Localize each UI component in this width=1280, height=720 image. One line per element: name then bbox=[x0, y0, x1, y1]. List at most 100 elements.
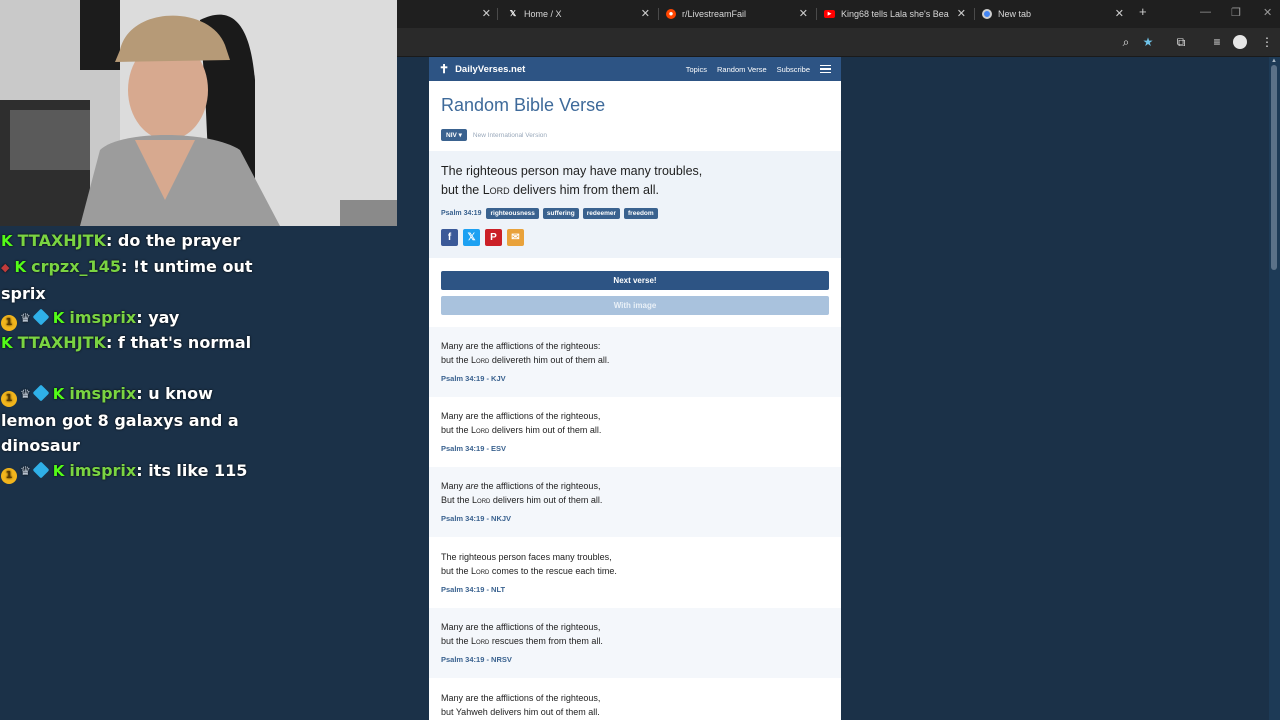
translation-reference-link[interactable]: Psalm 34:19 - ESV bbox=[441, 444, 506, 453]
chat-text: : f that's normal bbox=[105, 333, 252, 352]
main-verse-card: The righteous person may have many troub… bbox=[429, 151, 841, 258]
close-window-icon[interactable]: ✕ bbox=[1263, 6, 1272, 19]
maximize-icon[interactable]: ❐ bbox=[1231, 6, 1241, 19]
tab-close-icon[interactable]: ✕ bbox=[482, 8, 491, 20]
media-control-icon[interactable]: ≡ bbox=[1209, 34, 1225, 50]
x-share-icon[interactable]: 𝕏 bbox=[463, 229, 480, 246]
tab-close-icon[interactable]: ✕ bbox=[957, 8, 966, 20]
translation-item: The righteous person faces many troubles… bbox=[429, 538, 841, 608]
nav-subscribe[interactable]: Subscribe bbox=[777, 65, 810, 74]
tab-blank[interactable]: ✕ bbox=[397, 0, 491, 28]
new-tab-button[interactable]: + bbox=[1139, 4, 1147, 19]
translation-item: Many are the afflictions of the righteou… bbox=[429, 327, 841, 397]
verse-line: but the bbox=[441, 425, 472, 435]
chat-text: : its like 115 bbox=[136, 461, 248, 480]
menu-kebab-icon[interactable]: ⋮ bbox=[1259, 34, 1275, 50]
chat-username: imsprix bbox=[69, 461, 137, 480]
page-scrollbar[interactable]: ▲ bbox=[1269, 57, 1280, 720]
bookmark-star-icon[interactable]: ★ bbox=[1140, 34, 1156, 50]
gem-badge-icon: ◆ bbox=[1, 261, 10, 274]
browser-tab-bar: ✕ 𝕏 Home / X ✕ ● r/LivestreamFail ✕ ▶ Ki… bbox=[397, 0, 1280, 28]
hamburger-menu-icon[interactable] bbox=[820, 63, 831, 76]
nav-links: Topics Random Verse Subscribe bbox=[676, 63, 831, 76]
verse-line: but the bbox=[441, 355, 472, 365]
verse-line: but the bbox=[441, 566, 472, 576]
tab-new-tab[interactable]: New tab ✕ bbox=[982, 0, 1124, 28]
verse-line: But the bbox=[441, 495, 473, 505]
tab-close-icon[interactable]: ✕ bbox=[1115, 8, 1124, 20]
translation-reference-link[interactable]: Psalm 34:19 - NLT bbox=[441, 585, 505, 594]
verse-reference-link[interactable]: Psalm 34:19 bbox=[441, 210, 481, 217]
chat-username: TTAXHJTK bbox=[17, 231, 106, 250]
verse-line: but Yahweh delivers him out of them all. bbox=[441, 707, 600, 717]
scroll-up-arrow-icon[interactable]: ▲ bbox=[1271, 58, 1277, 64]
verse-line: delivers him out of them all. bbox=[489, 425, 602, 435]
chat-text: : do the prayer bbox=[105, 231, 241, 250]
tab-close-icon[interactable]: ✕ bbox=[641, 8, 650, 20]
kick-badge-icon: K bbox=[52, 309, 65, 327]
browser-toolbar: ⌕ ★ ⧉ ≡ ⋮ bbox=[397, 28, 1280, 57]
sub-badge-icon: 1 bbox=[1, 391, 17, 407]
lord-small-caps: Lord bbox=[471, 425, 490, 435]
translation-text: Many are the afflictions of the righteou… bbox=[441, 339, 609, 367]
lord-small-caps: Lord bbox=[471, 355, 490, 365]
verse-line: Many are the afflictions of the righteou… bbox=[441, 411, 601, 421]
translation-item: Many are the afflictions of the righteou… bbox=[429, 467, 841, 537]
tag-righteousness[interactable]: righteousness bbox=[486, 208, 539, 219]
translation-text: Many are the afflictions of the righteou… bbox=[441, 691, 600, 719]
profile-avatar-icon[interactable] bbox=[1233, 35, 1247, 49]
pinterest-share-icon[interactable]: P bbox=[485, 229, 502, 246]
kick-badge-icon: K bbox=[52, 462, 65, 480]
translation-reference-link[interactable]: Psalm 34:19 - NKJV bbox=[441, 514, 511, 523]
chat-username: crpzx_145 bbox=[31, 257, 121, 276]
site-logo[interactable]: ✝ DailyVerses.net bbox=[439, 62, 525, 76]
translation-reference-link[interactable]: Psalm 34:19 - NRSV bbox=[441, 655, 512, 664]
nav-random-verse[interactable]: Random Verse bbox=[717, 65, 767, 74]
next-verse-button[interactable]: Next verse! bbox=[441, 271, 829, 290]
crown-badge-icon: ♛ bbox=[20, 387, 31, 401]
tab-youtube[interactable]: ▶ King68 tells Lala she's Beautiful ✕ bbox=[824, 0, 966, 28]
reddit-icon: ● bbox=[666, 9, 676, 19]
version-name: New International Version bbox=[472, 131, 547, 139]
extensions-icon[interactable]: ⧉ bbox=[1173, 34, 1189, 50]
tab-x-home[interactable]: 𝕏 Home / X ✕ bbox=[508, 0, 650, 28]
chat-message: K TTAXHJTK: f that's normal bbox=[1, 330, 271, 357]
main-verse-text: The righteous person may have many troub… bbox=[441, 162, 821, 199]
nav-topics[interactable]: Topics bbox=[686, 65, 707, 74]
translation-reference-link[interactable]: Psalm 34:19 - KJV bbox=[441, 374, 506, 383]
verse-line: The righteous person faces many troubles… bbox=[441, 552, 612, 562]
verse-line: Many bbox=[441, 481, 466, 491]
verse-line: Many are the afflictions of the righteou… bbox=[441, 341, 601, 351]
site-nav-bar: ✝ DailyVerses.net Topics Random Verse Su… bbox=[429, 57, 841, 81]
tag-freedom[interactable]: freedom bbox=[624, 208, 658, 219]
cube-badge-icon bbox=[32, 384, 50, 402]
tab-separator bbox=[816, 8, 817, 20]
translation-item: Many are the afflictions of the righteou… bbox=[429, 397, 841, 467]
tag-redeemer[interactable]: redeemer bbox=[582, 208, 621, 219]
version-dropdown-button[interactable]: NIV ▾ bbox=[441, 129, 467, 141]
facebook-share-icon[interactable]: f bbox=[441, 229, 458, 246]
zoom-icon[interactable]: ⌕ bbox=[1118, 34, 1134, 50]
kick-badge-icon: K bbox=[52, 385, 65, 403]
tab-close-icon[interactable]: ✕ bbox=[799, 8, 808, 20]
translation-item: Many are the afflictions of the righteou… bbox=[429, 608, 841, 678]
tab-reddit[interactable]: ● r/LivestreamFail ✕ bbox=[666, 0, 808, 28]
scrollbar-thumb[interactable] bbox=[1271, 65, 1277, 270]
tab-title: King68 tells Lala she's Beautiful bbox=[841, 9, 949, 19]
with-image-button[interactable]: With image bbox=[441, 296, 829, 315]
tab-title: New tab bbox=[998, 9, 1032, 19]
minimize-icon[interactable]: — bbox=[1200, 6, 1211, 18]
share-buttons: f 𝕏 P ✉ bbox=[441, 229, 529, 246]
chat-text: : yay bbox=[136, 308, 180, 327]
verse-line: comes to the rescue each time. bbox=[489, 566, 617, 576]
cube-badge-icon bbox=[32, 461, 50, 479]
lord-small-caps: Lord bbox=[482, 182, 510, 197]
tag-suffering[interactable]: suffering bbox=[542, 208, 579, 219]
verse-reference-row: Psalm 34:19 righteousness suffering rede… bbox=[441, 208, 662, 219]
kick-badge-icon: K bbox=[14, 258, 27, 276]
chat-username: imsprix bbox=[69, 384, 137, 403]
verse-line: delivereth him out of them all. bbox=[489, 355, 610, 365]
email-share-icon[interactable]: ✉ bbox=[507, 229, 524, 246]
translation-text: Many are the afflictions of the righteou… bbox=[441, 479, 602, 507]
tab-separator bbox=[497, 8, 498, 20]
